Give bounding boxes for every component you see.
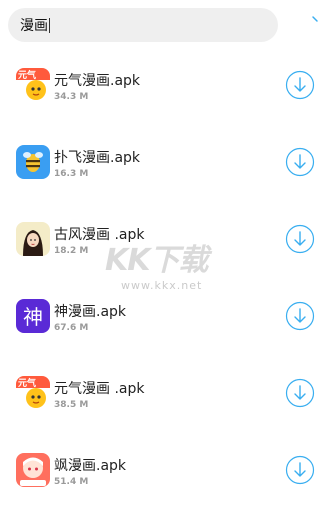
list-item[interactable]: 飒漫画.apk 51.4 M [0,435,330,512]
download-icon[interactable] [285,455,315,485]
list-item[interactable]: 元气 元气漫画 .apk 38.5 M [0,358,330,435]
app-size: 34.3 M [54,92,89,102]
svg-text:元气: 元气 [18,377,36,389]
download-icon[interactable] [285,147,315,177]
gufeng-manhua-icon [16,222,50,256]
app-size: 51.4 M [54,477,89,487]
svg-text:神: 神 [23,305,43,329]
app-name: 神漫画.apk [54,304,127,320]
search-query: 漫画 [20,18,48,34]
list-item[interactable]: 古风漫画 .apk 18.2 M [0,204,330,281]
app-list: 元气 元气漫画.apk 34.3 M 扑飞漫画.apk 16.3 M 古风漫画 … [0,50,330,512]
app-name: 元气漫画.apk [54,73,141,89]
search-submit-icon[interactable] [304,10,326,32]
download-icon[interactable] [285,70,315,100]
list-item[interactable]: 元气 元气漫画.apk 34.3 M [0,50,330,127]
app-size: 38.5 M [54,400,89,410]
app-name: 扑飞漫画.apk [54,150,141,166]
download-icon[interactable] [285,301,315,331]
list-item[interactable]: 扑飞漫画.apk 16.3 M [0,127,330,204]
app-name: 元气漫画 .apk [54,381,145,397]
app-size: 67.6 M [54,323,89,333]
app-size: 18.2 M [54,246,89,256]
list-item[interactable]: 神 神漫画.apk 67.6 M [0,281,330,358]
app-size: 16.3 M [54,169,89,179]
shen-manhua-icon: 神 [16,299,50,333]
yuanqi-manhua-icon: 元气 [16,68,50,102]
svg-text:元气: 元气 [18,69,36,81]
search-input[interactable]: 漫画 [8,8,278,42]
download-icon[interactable] [285,224,315,254]
app-name: 古风漫画 .apk [54,227,145,243]
pufei-manhua-icon [16,145,50,179]
download-icon[interactable] [285,378,315,408]
app-name: 飒漫画.apk [54,458,127,474]
yuanqi-manhua-icon: 元气 [16,376,50,410]
text-caret [49,17,50,33]
sa-manhua-icon [16,453,50,487]
